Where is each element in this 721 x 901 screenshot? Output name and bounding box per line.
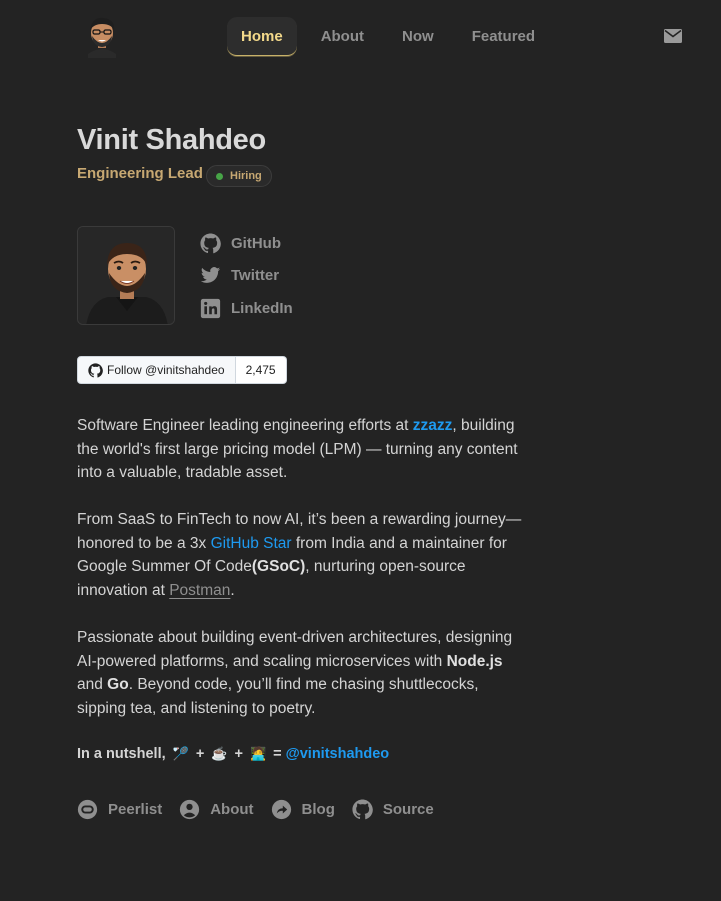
nav-links: Home About Now Featured [227, 17, 559, 56]
equals-sign: = [273, 746, 282, 762]
bio-paragraph-2: From SaaS to FinTech to now AI, it’s bee… [77, 508, 527, 602]
github-star-link[interactable]: GitHub Star [211, 535, 292, 552]
gsoc-strong: (GSoC) [251, 558, 306, 575]
footer-source-label: Source [382, 801, 434, 818]
social-github-label: GitHub [231, 234, 281, 252]
badge-label: Hiring [230, 170, 262, 182]
go-strong: Go [107, 676, 129, 693]
github-icon [352, 799, 373, 820]
social-github[interactable]: GitHub [200, 232, 293, 254]
user-icon [180, 799, 200, 820]
nav-about[interactable]: About [307, 17, 378, 56]
bio-paragraph-3: Passionate about building event-driven a… [77, 626, 527, 720]
bio-text: Software Engineer leading engineering ef… [77, 417, 413, 434]
footer-links: Peerlist About Blog Source [77, 799, 451, 820]
bio-text: and [77, 676, 108, 693]
github-follow-button[interactable]: Follow @vinitshahdeo [77, 356, 236, 384]
nutshell-label: In a nutshell, [77, 746, 166, 762]
nodejs-strong: Node.js [446, 652, 503, 670]
handle-link[interactable]: @vinitshahdeo [286, 746, 390, 762]
bio-text: . Beyond code, you’ll find me chasing sh… [77, 676, 479, 717]
footer-source[interactable]: Source [352, 799, 434, 820]
footer-peerlist[interactable]: Peerlist [77, 799, 162, 820]
coder-icon: 🧑‍💻 [249, 746, 267, 761]
social-links: GitHub Twitter LinkedIn [200, 232, 293, 330]
share-arrow-icon [271, 799, 291, 820]
plus-sign: + [234, 746, 243, 762]
plus-sign: + [195, 746, 205, 762]
top-navigation: Home About Now Featured [0, 0, 721, 72]
bio-paragraph-1: Software Engineer leading engineering ef… [77, 414, 527, 485]
peerlist-icon [77, 799, 98, 820]
social-twitter-label: Twitter [231, 267, 280, 284]
profile-name: Vinit Shahdeo [77, 124, 266, 156]
github-follow-widget: Follow @vinitshahdeo 2,475 [77, 356, 287, 384]
status-dot-icon [216, 172, 223, 180]
profile-photo [77, 226, 175, 325]
github-follow-label: Follow @vinitshahdeo [107, 363, 225, 377]
footer-peerlist-label: Peerlist [108, 801, 163, 818]
mail-icon[interactable] [664, 28, 682, 43]
nav-avatar[interactable] [84, 14, 120, 58]
social-twitter[interactable]: Twitter [200, 265, 293, 287]
hiring-badge: Hiring [206, 165, 272, 187]
nav-now[interactable]: Now [388, 17, 448, 56]
profile-role: Engineering Lead [77, 165, 203, 182]
zzazz-link[interactable]: zzazz [413, 417, 453, 434]
nav-featured[interactable]: Featured [458, 17, 549, 56]
postman-link[interactable]: Postman [169, 582, 230, 599]
footer-about[interactable]: About [179, 799, 254, 820]
nutshell-line: In a nutshell, 🏸 + ☕ + 🧑‍💻 = @vinitshahd… [77, 746, 389, 762]
bio-text: . [230, 581, 235, 599]
twitter-icon [200, 267, 221, 283]
linkedin-icon [200, 298, 221, 318]
badminton-icon: 🏸 [172, 746, 189, 761]
social-linkedin-label: LinkedIn [231, 299, 293, 317]
footer-about-label: About [210, 801, 254, 818]
tea-icon: ☕ [211, 746, 228, 761]
github-icon [200, 232, 221, 253]
github-follower-count[interactable]: 2,475 [235, 356, 287, 384]
github-icon [88, 362, 103, 377]
footer-blog[interactable]: Blog [271, 799, 335, 820]
social-linkedin[interactable]: LinkedIn [200, 297, 293, 319]
nav-home[interactable]: Home [227, 17, 297, 56]
footer-blog-label: Blog [301, 801, 335, 818]
